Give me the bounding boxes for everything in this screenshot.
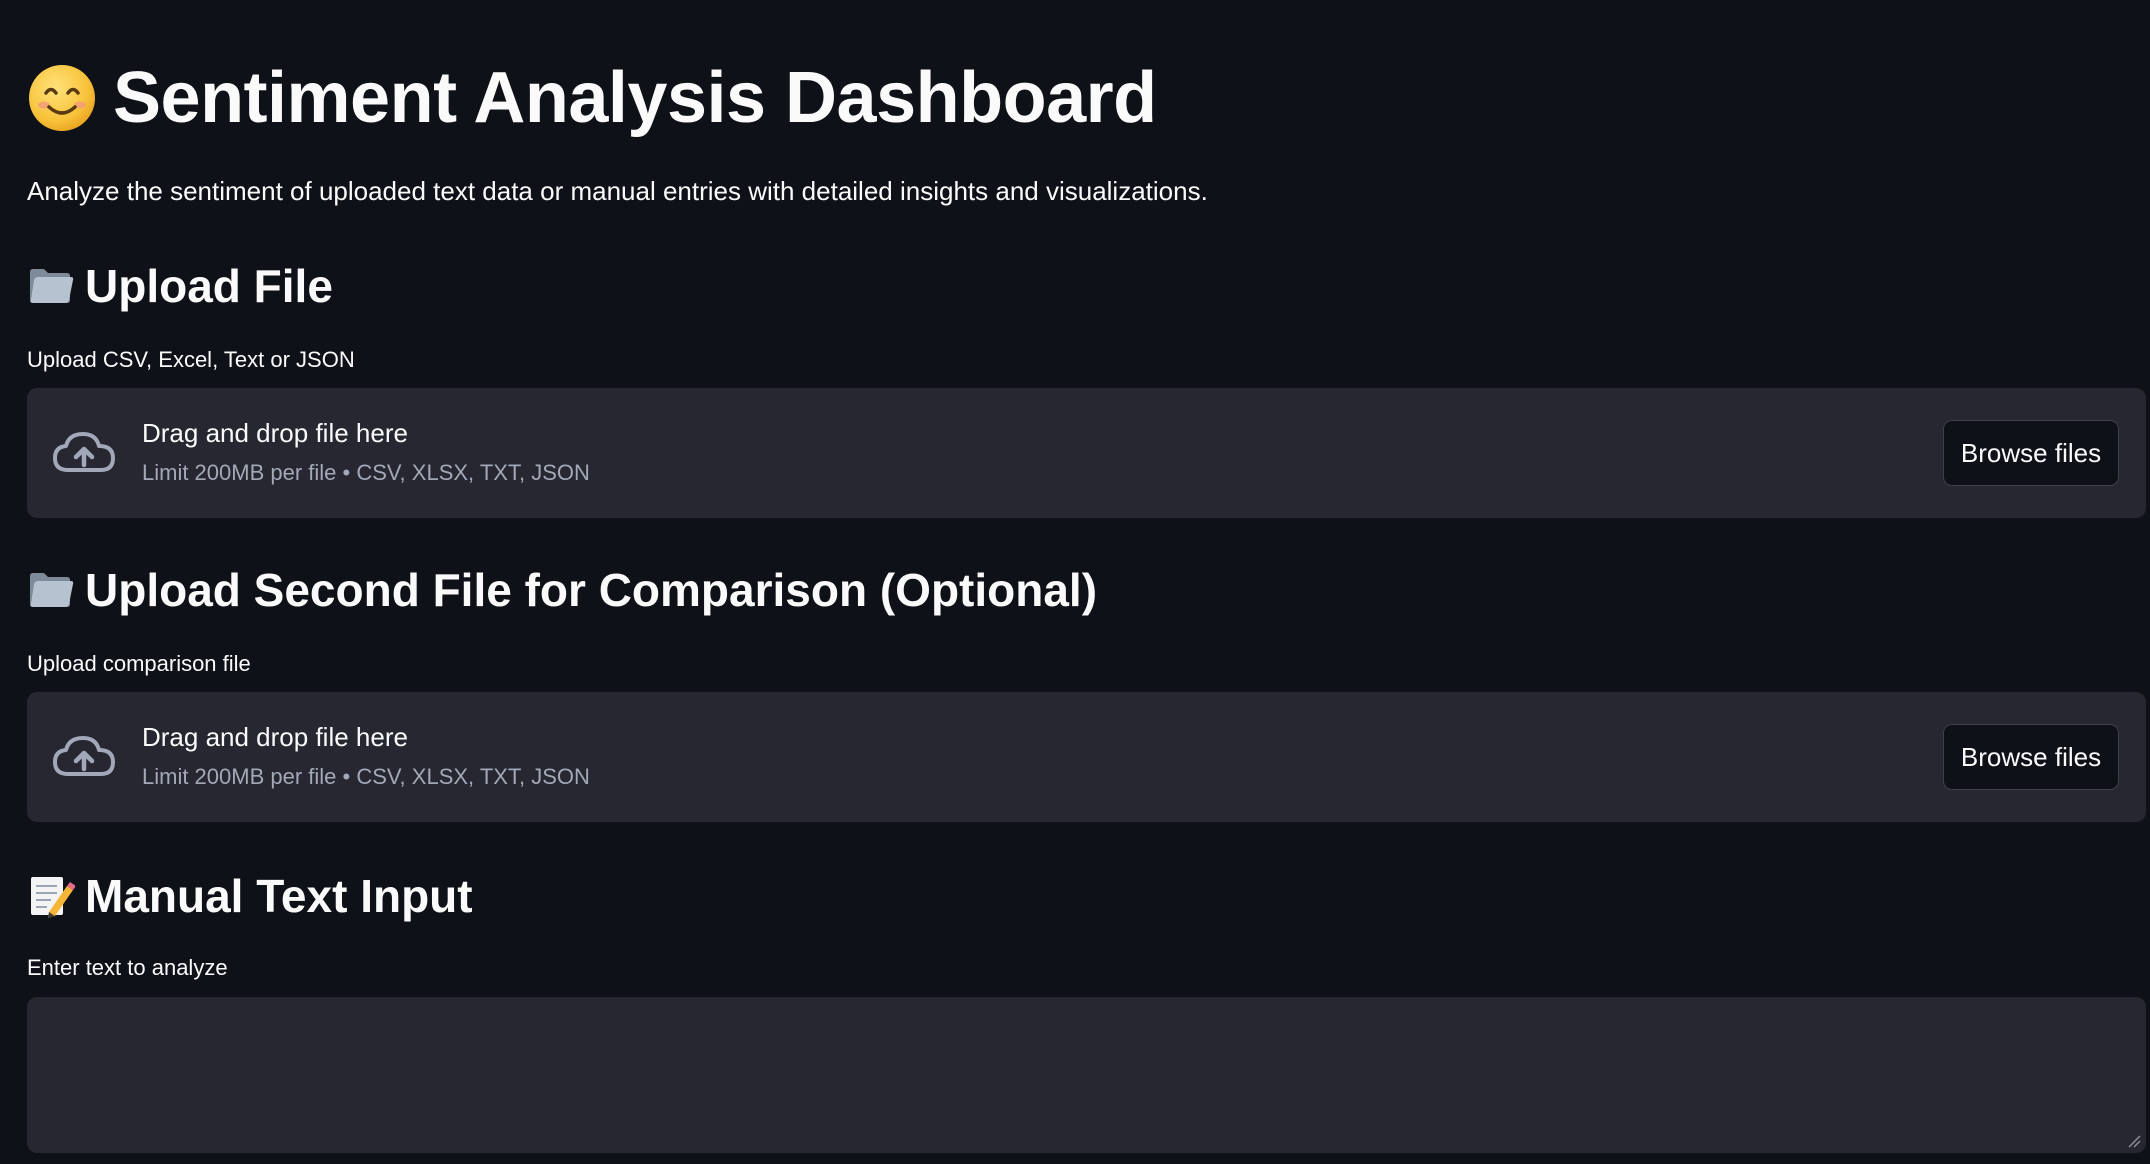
- page-subtitle: Analyze the sentiment of uploaded text d…: [27, 176, 1208, 206]
- upload-file-label: Upload CSV, Excel, Text or JSON: [27, 347, 355, 372]
- upload-comparison-dropzone[interactable]: Drag and drop file here Limit 200MB per …: [27, 692, 2146, 822]
- upload-comparison-heading: Upload Second File for Comparison (Optio…: [27, 566, 1097, 614]
- page: Sentiment Analysis Dashboard Analyze the…: [0, 0, 2150, 1164]
- dropzone-main-text: Drag and drop file here: [142, 722, 408, 752]
- manual-input-heading: Manual Text Input: [27, 872, 473, 920]
- upload-comparison-label: Upload comparison file: [27, 651, 251, 676]
- browse-files-button[interactable]: Browse files: [1943, 420, 2119, 486]
- folder-icon: [30, 573, 74, 607]
- dropzone-limit-text: Limit 200MB per file • CSV, XLSX, TXT, J…: [142, 460, 590, 485]
- dropzone-main-text: Drag and drop file here: [142, 418, 408, 448]
- upload-file-dropzone[interactable]: Drag and drop file here Limit 200MB per …: [27, 388, 2146, 518]
- memo-icon: [31, 877, 75, 918]
- title-row: Sentiment Analysis Dashboard: [27, 62, 1157, 134]
- upload-comparison-heading-text: Upload Second File for Comparison (Optio…: [85, 564, 1098, 616]
- resize-handle-icon[interactable]: [2127, 1134, 2141, 1148]
- manual-input-label: Enter text to analyze: [27, 955, 228, 980]
- upload-file-heading-text: Upload File: [85, 260, 333, 312]
- browse-files-comparison-button[interactable]: Browse files: [1943, 724, 2119, 790]
- dropzone-instructions: Drag and drop file here Limit 200MB per …: [142, 420, 590, 484]
- page-title: Sentiment Analysis Dashboard: [113, 58, 1157, 138]
- dropzone-instructions: Drag and drop file here Limit 200MB per …: [142, 724, 590, 788]
- smiling-face-icon: [29, 65, 95, 131]
- upload-file-heading: Upload File: [27, 262, 333, 310]
- cloud-upload-icon: [53, 736, 115, 776]
- folder-icon: [30, 269, 74, 303]
- manual-input-heading-text: Manual Text Input: [85, 870, 473, 922]
- dropzone-limit-text: Limit 200MB per file • CSV, XLSX, TXT, J…: [142, 764, 590, 789]
- cloud-upload-icon: [53, 432, 115, 472]
- manual-text-input[interactable]: [27, 997, 2146, 1153]
